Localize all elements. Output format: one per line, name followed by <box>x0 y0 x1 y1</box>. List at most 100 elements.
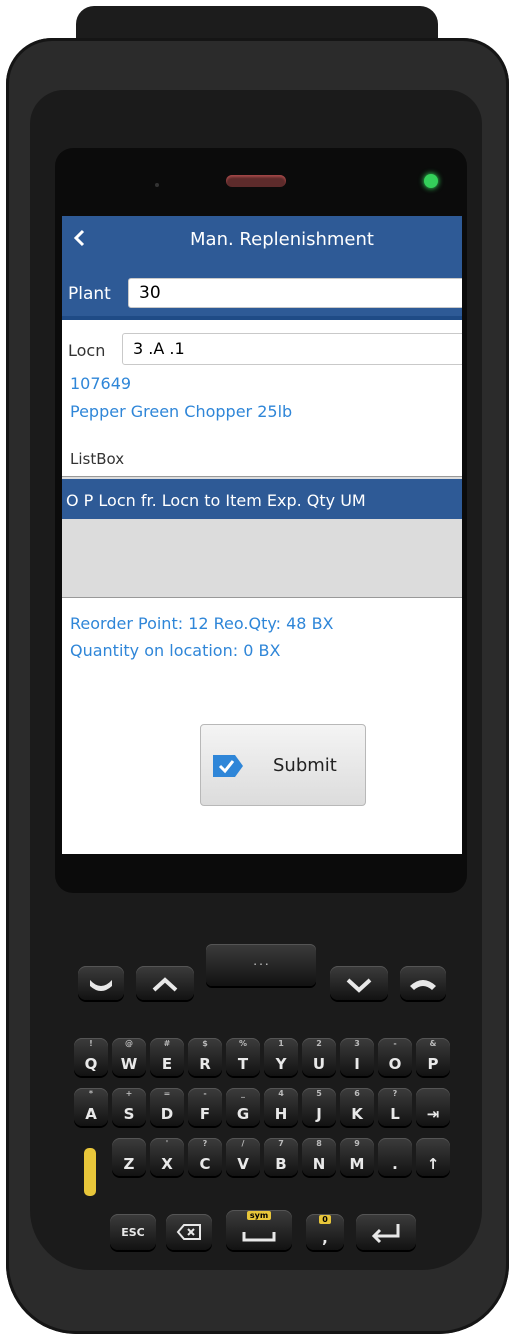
locn-label: Locn <box>68 341 106 360</box>
earpiece-speaker <box>226 175 286 187</box>
key-label: ↑ <box>426 1155 440 1173</box>
key-4[interactable]: 7B <box>264 1138 298 1176</box>
key-2[interactable]: # E <box>150 1038 184 1076</box>
call-key[interactable] <box>78 966 124 1000</box>
backspace-key[interactable] <box>166 1214 212 1250</box>
key-3[interactable]: -F <box>188 1088 222 1126</box>
app-screen: Man. Replenishment Plant 30 Locn 3 .A .1… <box>62 216 462 854</box>
locn-input[interactable]: 3 .A .1 <box>122 333 462 365</box>
key-9[interactable]: ⇥ <box>416 1088 450 1126</box>
reorder-info: Reorder Point: 12 Reo.Qty: 48 BX <box>70 614 334 633</box>
key-label: T <box>237 1055 249 1073</box>
zero-badge: 0 <box>319 1215 331 1224</box>
key-1[interactable]: ' X <box>150 1138 184 1176</box>
key-5[interactable]: 1Y <box>264 1038 298 1076</box>
key-5[interactable]: 8N <box>302 1138 336 1176</box>
key-7[interactable]: 3I <box>340 1038 374 1076</box>
key-label: . <box>392 1155 398 1173</box>
esc-key-label: ESC <box>121 1226 145 1239</box>
key-sub-label: ? <box>392 1089 398 1098</box>
key-sub-label: 2 <box>316 1039 322 1048</box>
key-label: W <box>120 1055 138 1073</box>
key-label: N <box>312 1155 326 1173</box>
key-label: R <box>199 1055 211 1073</box>
key-sub-label: & <box>429 1039 437 1048</box>
listbox[interactable]: O P Locn fr. Locn to Item Exp. Qty UM <box>62 476 462 598</box>
key-label: X <box>161 1155 173 1173</box>
submit-button[interactable]: Submit <box>200 724 366 806</box>
key-label: H <box>274 1105 288 1123</box>
key-1[interactable]: + S <box>112 1088 146 1126</box>
key-label: I <box>354 1055 360 1073</box>
key-4[interactable]: _ G <box>226 1088 260 1126</box>
listbox-header-row[interactable]: O P Locn fr. Locn to Item Exp. Qty UM <box>62 479 462 519</box>
key-label: B <box>275 1155 287 1173</box>
key-3[interactable]: $ R <box>188 1038 222 1076</box>
key-3[interactable]: / V <box>226 1138 260 1176</box>
back-chevron-icon[interactable] <box>70 226 90 250</box>
title-bar: Man. Replenishment <box>62 216 462 271</box>
listbox-label: ListBox <box>70 450 125 468</box>
key-sub-label: _ <box>241 1089 245 1098</box>
space-key[interactable]: sym <box>226 1210 292 1250</box>
key-6[interactable]: 9M <box>340 1138 374 1176</box>
key-label: U <box>312 1055 326 1073</box>
sym-badge: sym <box>246 1211 272 1220</box>
key-4[interactable]: % T <box>226 1038 260 1076</box>
key-7[interactable]: . <box>378 1138 412 1176</box>
enter-key[interactable] <box>356 1214 416 1250</box>
nav-up-key[interactable] <box>136 966 194 1000</box>
key-0[interactable]: ! Q <box>74 1038 108 1076</box>
key-sub-label: ' <box>165 1139 169 1148</box>
key-sub-label: # <box>163 1039 171 1048</box>
key-label: Z <box>123 1155 135 1173</box>
key-8[interactable]: ? L <box>378 1088 412 1126</box>
key-8[interactable]: ↑ <box>416 1138 450 1176</box>
key-sub-label: 3 <box>354 1039 360 1048</box>
key-6[interactable]: 5J <box>302 1088 336 1126</box>
center-dots: · · · <box>253 960 269 969</box>
key-5[interactable]: 4H <box>264 1088 298 1126</box>
submit-label: Submit <box>273 755 337 776</box>
plant-input[interactable]: 30 <box>128 278 462 308</box>
key-sub-label: 1 <box>278 1039 284 1048</box>
header-divider <box>62 316 462 320</box>
key-2[interactable]: = D <box>150 1088 184 1126</box>
key-label: P <box>427 1055 439 1073</box>
key-6[interactable]: 2U <box>302 1038 336 1076</box>
key-2[interactable]: ? C <box>188 1138 222 1176</box>
center-nav-key[interactable]: · · · <box>206 944 316 986</box>
nav-down-key[interactable] <box>330 966 388 1000</box>
key-sub-label: 7 <box>278 1139 284 1148</box>
key-label: K <box>351 1105 363 1123</box>
key-label: Y <box>275 1055 287 1073</box>
key-sub-label: = <box>163 1089 171 1098</box>
key-label: ⇥ <box>426 1105 440 1123</box>
key-sub-label: 4 <box>278 1089 284 1098</box>
key-label: A <box>85 1105 97 1123</box>
key-label: D <box>160 1105 174 1123</box>
key-sub-label: * <box>88 1089 94 1098</box>
key-sub-label: $ <box>202 1039 208 1048</box>
key-0[interactable]: Z <box>112 1138 146 1176</box>
key-sub-label: ! <box>89 1039 93 1048</box>
key-sub-label: - <box>203 1089 207 1098</box>
key-label: F <box>199 1105 211 1123</box>
key-label: Q <box>84 1055 98 1073</box>
key-9[interactable]: & P <box>416 1038 450 1076</box>
key-8[interactable]: -O <box>378 1038 412 1076</box>
status-led <box>424 174 438 188</box>
checkmark-icon <box>213 755 243 777</box>
comma-key[interactable]: 0 , <box>306 1214 344 1250</box>
key-label: G <box>236 1105 250 1123</box>
end-call-key[interactable] <box>400 966 446 1000</box>
key-sub-label: - <box>393 1039 397 1048</box>
key-1[interactable]: @ W <box>112 1038 146 1076</box>
key-7[interactable]: 6K <box>340 1088 374 1126</box>
key-sub-label: 8 <box>316 1139 322 1148</box>
key-0[interactable]: * A <box>74 1088 108 1126</box>
quantity-on-location: Quantity on location: 0 BX <box>70 641 281 660</box>
side-function-bar[interactable] <box>84 1148 96 1196</box>
key-label: O <box>388 1055 402 1073</box>
esc-key[interactable]: ESC <box>110 1214 156 1250</box>
